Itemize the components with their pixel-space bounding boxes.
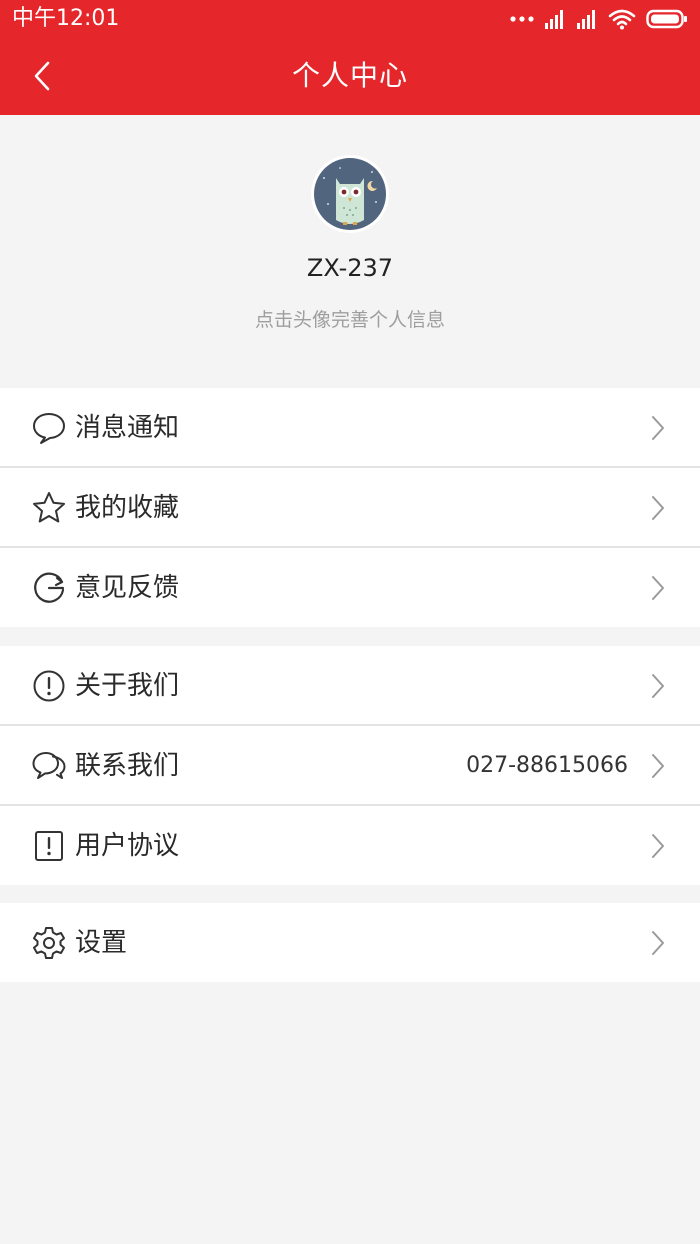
profile-header: ZX-237 点击头像完善个人信息 — [0, 115, 700, 388]
chevron-right-icon — [652, 931, 664, 955]
username: ZX-237 — [306, 254, 394, 282]
avatar[interactable] — [311, 155, 389, 233]
status-bar: 中午12:01 — [0, 0, 700, 38]
menu-item-settings[interactable]: 设置 — [0, 903, 700, 982]
gear-icon — [31, 925, 67, 961]
battery-icon — [646, 9, 687, 29]
owl-avatar-icon — [314, 158, 386, 230]
menu-item-label: 用户协议 — [75, 831, 180, 861]
more-dots-icon — [510, 16, 534, 22]
star-icon — [31, 490, 67, 526]
menu-item-feedback[interactable]: 意见反馈 — [0, 548, 700, 627]
menu-item-favorites[interactable]: 我的收藏 — [0, 468, 700, 548]
nav-bar: 个人中心 — [0, 38, 700, 115]
chevron-right-icon — [652, 754, 664, 778]
menu-group-2: 关于我们 联系我们 027-88615066 用户协议 — [0, 646, 700, 885]
chevron-right-icon — [652, 834, 664, 858]
info-circle-icon — [31, 668, 67, 704]
signal-icon-2 — [577, 10, 595, 29]
status-icons — [510, 7, 688, 31]
menu-item-notifications[interactable]: 消息通知 — [0, 388, 700, 468]
menu-group-1: 消息通知 我的收藏 意见反馈 — [0, 388, 700, 627]
chat-bubbles-icon — [31, 748, 67, 784]
menu-item-label: 设置 — [75, 928, 128, 958]
chevron-right-icon — [652, 416, 664, 440]
wifi-icon — [608, 9, 636, 30]
page-title: 个人中心 — [291, 59, 408, 92]
menu-item-user-agreement[interactable]: 用户协议 — [0, 806, 700, 885]
menu-item-label: 联系我们 — [75, 751, 180, 781]
menu-item-about[interactable]: 关于我们 — [0, 646, 700, 726]
notice-icon — [31, 828, 67, 864]
menu-item-label: 我的收藏 — [75, 493, 180, 523]
chevron-right-icon — [652, 674, 664, 698]
chat-bubble-icon — [31, 410, 67, 446]
menu-item-contact[interactable]: 联系我们 027-88615066 — [0, 726, 700, 806]
menu-item-label: 消息通知 — [75, 413, 180, 443]
menu-item-label: 关于我们 — [75, 671, 180, 701]
menu-group-3: 设置 — [0, 903, 700, 982]
menu-item-label: 意见反馈 — [75, 573, 180, 603]
contact-phone[interactable]: 027-88615066 — [466, 750, 628, 782]
chevron-right-icon — [652, 576, 664, 600]
feedback-icon — [31, 570, 67, 606]
signal-icon — [545, 10, 563, 29]
status-time: 中午12:01 — [12, 6, 120, 31]
profile-hint[interactable]: 点击头像完善个人信息 — [0, 307, 700, 333]
chevron-right-icon — [652, 496, 664, 520]
